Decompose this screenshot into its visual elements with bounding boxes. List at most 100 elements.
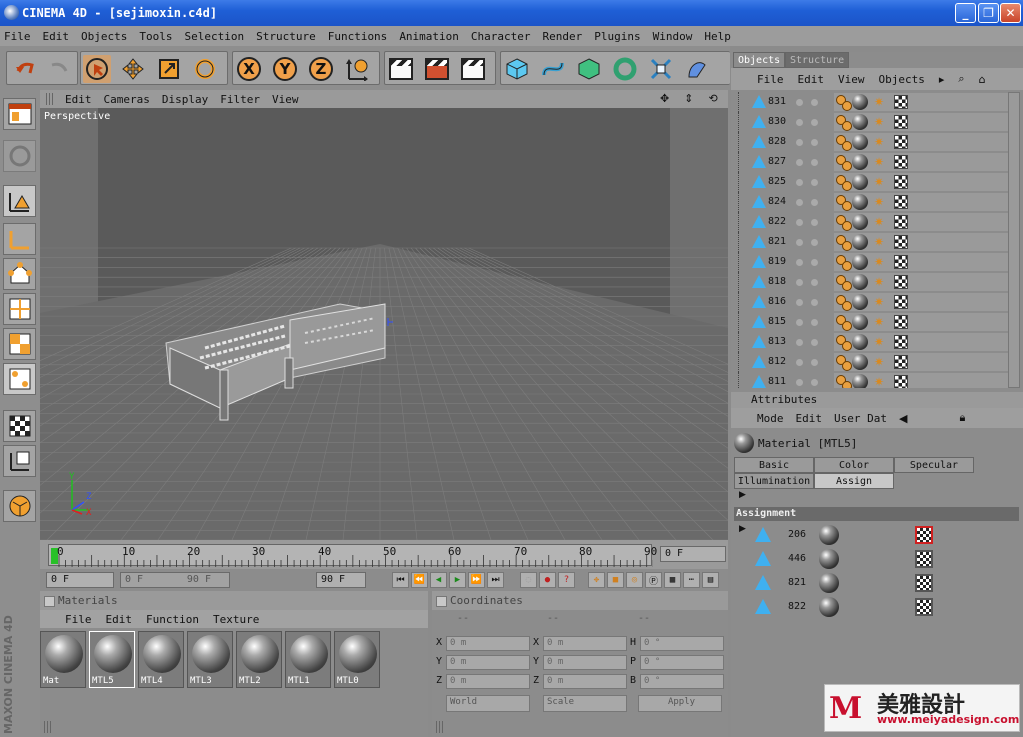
model-mode-icon[interactable] [3,185,36,217]
texture-tag-icon[interactable] [894,375,908,388]
edges-mode-icon[interactable] [3,293,36,325]
texture-tag-icon[interactable] [915,598,933,616]
dolly-icon[interactable]: ⇕ [684,92,693,106]
objects-menu-file[interactable]: File [757,73,784,86]
editor-visibility-dot[interactable] [796,179,803,186]
minimize-button[interactable]: _ [955,3,976,23]
phong-tag-icon[interactable] [836,275,852,291]
editor-visibility-dot[interactable] [796,239,803,246]
materials-menu-file[interactable]: File [65,613,92,626]
material-tag-icon[interactable] [819,597,839,617]
render-visibility-dot[interactable] [811,299,818,306]
position-z-field[interactable]: 0 m [446,674,530,689]
prev-key-icon[interactable]: ⏪ [411,572,428,588]
points-mode-icon[interactable] [3,258,36,290]
display-tag-icon[interactable]: ✷ [874,195,884,209]
close-button[interactable]: ✕ [1000,3,1021,23]
object-list[interactable]: 831 ✷ 830 ✷ 828 ✷ 827 ✷ 825 ✷ 824 ✷ 822 ✷ 821 ✷ 819 ✷ 818 ✷… [734,92,1008,388]
object-row[interactable]: 819 ✷ [734,252,1008,272]
render-visibility-dot[interactable] [811,99,818,106]
tab-objects[interactable]: Objects [733,52,786,68]
material-tag-icon[interactable] [852,314,868,330]
phong-tag-icon[interactable] [836,215,852,231]
object-row[interactable]: 811 ✷ [734,372,1008,388]
display-tag-icon[interactable]: ✷ [874,375,884,388]
material-swatch[interactable]: MTL5 [89,631,135,688]
tab-basic[interactable]: Basic [734,457,814,473]
deformer-icon[interactable] [647,55,675,83]
texture-tag-icon[interactable] [894,295,908,309]
phong-tag-icon[interactable] [836,375,852,388]
viewport-menu-view[interactable]: View [272,93,299,106]
viewport-menu-cameras[interactable]: Cameras [104,93,150,106]
key-rotation-icon[interactable]: ◎ [626,572,643,588]
expand-menu-icon[interactable]: ▸ [939,73,945,86]
record-icon[interactable]: ● [539,572,556,588]
use-model-mode-icon[interactable] [3,363,36,395]
z-axis-lock-icon[interactable]: Z [307,55,335,83]
size-x-field[interactable]: 0 m [543,636,627,651]
objects-menu-edit[interactable]: Edit [798,73,825,86]
attributes-menu-edit[interactable]: Edit [796,412,823,425]
render-visibility-dot[interactable] [811,139,818,146]
display-tag-icon[interactable]: ✷ [874,115,884,129]
render-visibility-dot[interactable] [811,339,818,346]
move-icon[interactable] [119,55,147,83]
material-swatch[interactable]: MTL2 [236,631,282,688]
app-icon[interactable] [4,5,19,20]
layout-icon[interactable] [3,98,36,130]
texture-tag-icon[interactable] [894,215,908,229]
display-tag-icon[interactable]: ✷ [874,255,884,269]
x-axis-lock-icon[interactable]: X [235,55,263,83]
phong-tag-icon[interactable] [836,135,852,151]
object-row[interactable]: 812 ✷ [734,352,1008,372]
texture-tag-icon[interactable] [894,235,908,249]
spline-icon[interactable] [539,55,567,83]
editor-visibility-dot[interactable] [796,199,803,206]
object-row[interactable]: 816 ✷ [734,292,1008,312]
object-row[interactable]: 818 ✷ [734,272,1008,292]
cube-icon[interactable] [503,55,531,83]
texture-tag-icon[interactable] [894,135,908,149]
menu-character[interactable]: Character [471,30,531,43]
display-tag-icon[interactable]: ✷ [874,95,884,109]
material-tag-icon[interactable] [852,354,868,370]
assignment-row[interactable]: 821 [747,571,1019,595]
phong-tag-icon[interactable] [836,155,852,171]
render-visibility-dot[interactable] [811,279,818,286]
viewport-menu-display[interactable]: Display [162,93,208,106]
phong-tag-icon[interactable] [836,175,852,191]
editor-visibility-dot[interactable] [796,359,803,366]
editor-visibility-dot[interactable] [796,339,803,346]
render-region-icon[interactable] [423,55,451,83]
texture-tag-icon[interactable] [894,155,908,169]
menu-selection[interactable]: Selection [184,30,244,43]
material-tag-icon[interactable] [852,214,868,230]
render-visibility-dot[interactable] [811,239,818,246]
render-visibility-dot[interactable] [811,119,818,126]
texture-axis-icon[interactable] [3,445,36,477]
texture-tag-icon[interactable] [894,315,908,329]
viewport-menu-edit[interactable]: Edit [65,93,92,106]
menu-animation[interactable]: Animation [399,30,459,43]
render-visibility-dot[interactable] [811,159,818,166]
rotate-icon[interactable] [191,55,219,83]
texture-tag-icon[interactable] [894,275,908,289]
material-swatch[interactable]: MTL0 [334,631,380,688]
display-tag-icon[interactable]: ✷ [874,215,884,229]
size-z-field[interactable]: 0 m [543,674,627,689]
display-tag-icon[interactable]: ✷ [874,155,884,169]
editor-visibility-dot[interactable] [796,319,803,326]
menu-window[interactable]: Window [653,30,693,43]
scene-icon[interactable] [683,55,711,83]
phong-tag-icon[interactable] [836,335,852,351]
menu-file[interactable]: File [4,30,31,43]
material-tag-icon[interactable] [852,134,868,150]
objects-menu-view[interactable]: View [838,73,865,86]
autokey-icon[interactable]: ? [558,572,575,588]
display-tag-icon[interactable]: ✷ [874,135,884,149]
phong-tag-icon[interactable] [836,315,852,331]
render-visibility-dot[interactable] [811,199,818,206]
redo-icon[interactable] [45,55,73,83]
attributes-menu-userdata[interactable]: User Dat [834,412,887,425]
